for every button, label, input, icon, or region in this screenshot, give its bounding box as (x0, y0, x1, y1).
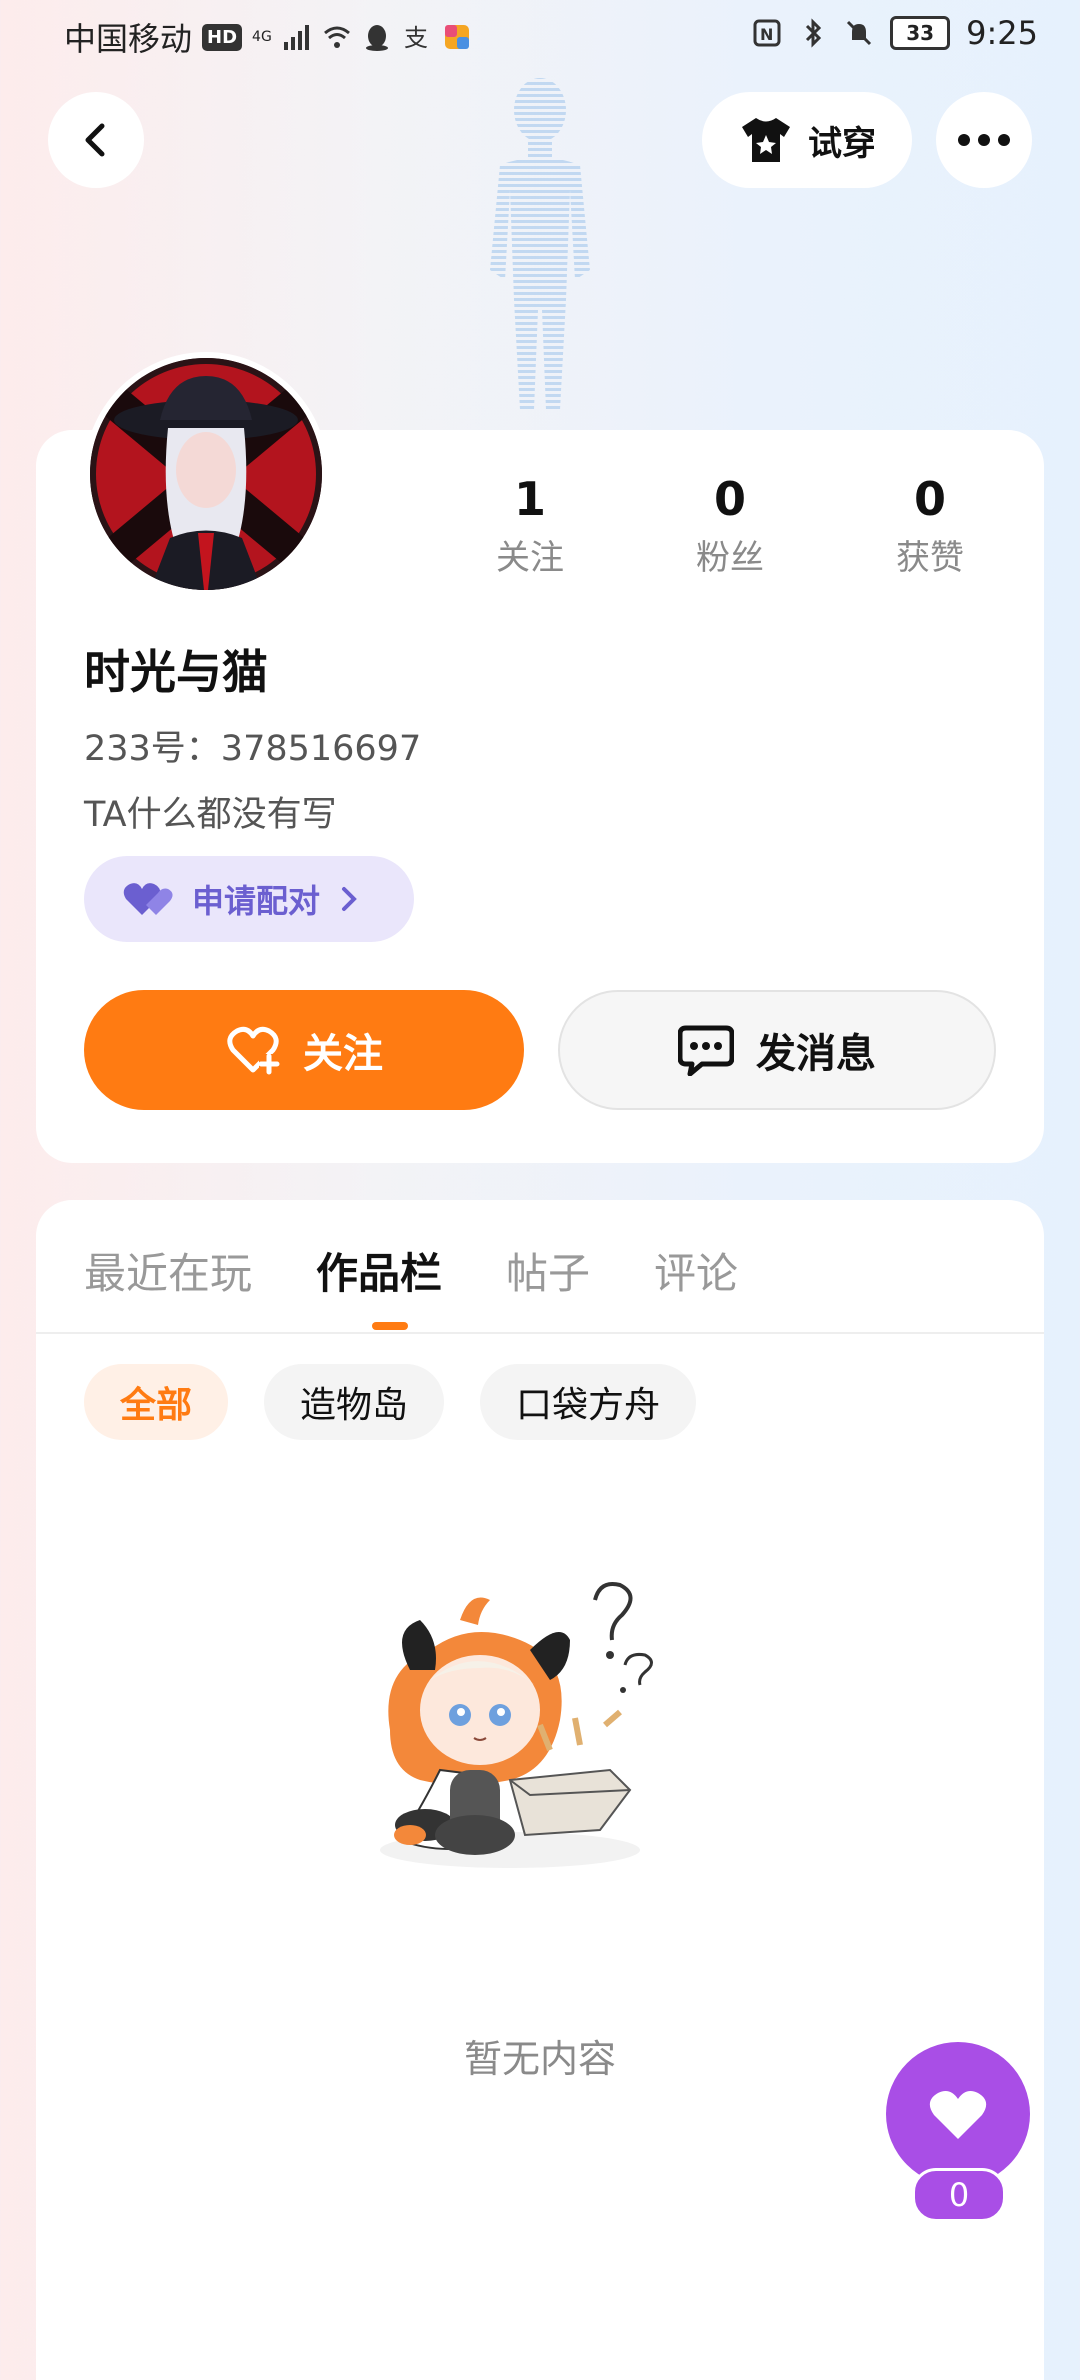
follow-label: 关注 (303, 1031, 383, 1077)
avatar[interactable] (84, 352, 328, 596)
bluetooth-icon (806, 18, 822, 48)
more-options-button[interactable] (936, 92, 1032, 188)
status-bar: 中国移动 HD 4G 支 N 33 9:25 (0, 0, 1080, 75)
network-type: 4G (252, 29, 272, 45)
chevron-right-icon (342, 887, 357, 911)
filter-creation-island[interactable]: 造物岛 (264, 1364, 445, 1440)
battery-indicator: 33 (890, 16, 951, 50)
avatar-image (90, 358, 322, 590)
qq-icon (365, 25, 388, 51)
chat-bubble-icon (678, 1025, 734, 1076)
svg-text:N: N (760, 25, 773, 44)
tab-works[interactable]: 作品栏 (316, 1240, 442, 1301)
wifi-icon (323, 26, 350, 48)
heart-icon (929, 2091, 987, 2139)
mute-bell-icon (847, 20, 872, 46)
back-button[interactable] (48, 92, 144, 188)
svg-text:支: 支 (404, 24, 428, 52)
try-on-button[interactable]: 试穿 (702, 92, 912, 188)
try-on-label: 试穿 (808, 123, 876, 164)
stat-followers[interactable]: 0 粉丝 (640, 472, 820, 579)
stat-value: 0 (913, 472, 946, 526)
stat-label: 关注 (496, 538, 564, 578)
request-pairing-button[interactable]: 申请配对 (84, 856, 414, 942)
stat-value: 0 (713, 472, 746, 526)
filter-pocket-ark[interactable]: 口袋方舟 (480, 1364, 697, 1440)
nfc-icon: N (753, 19, 781, 47)
alipay-icon: 支 (404, 24, 428, 52)
tshirt-icon (742, 118, 790, 162)
profile-tabs: 最近在玩 作品栏 帖子 评论 (84, 1240, 738, 1301)
app-notification-icon (444, 25, 469, 49)
user-id: 233号：378516697 (84, 729, 422, 769)
hd-badge: HD (202, 23, 243, 51)
stat-label: 粉丝 (696, 538, 764, 578)
stat-label: 获赞 (896, 538, 964, 578)
tab-recently-played[interactable]: 最近在玩 (84, 1240, 252, 1301)
chevron-left-icon (85, 123, 105, 157)
send-message-button[interactable]: 发消息 (558, 990, 996, 1110)
empty-state-illustration (380, 1582, 653, 1868)
filter-all[interactable]: 全部 (84, 1364, 229, 1440)
carrier-label: 中国移动 (64, 20, 193, 58)
stat-value: 1 (513, 472, 546, 526)
user-bio: TA什么都没有写 (84, 795, 337, 835)
profile-stats: 1 关注 0 粉丝 0 获赞 (440, 472, 1020, 579)
clock: 9:25 (966, 14, 1038, 52)
more-dots-icon (958, 134, 1010, 146)
like-button[interactable] (886, 2042, 1030, 2186)
avatar-hologram-image (490, 78, 590, 410)
active-tab-indicator (372, 1322, 408, 1330)
tabs-divider (36, 1332, 1044, 1334)
follow-button[interactable]: 关注 (84, 990, 524, 1110)
like-count-badge: 0 (912, 2168, 1006, 2222)
stat-likes[interactable]: 0 获赞 (840, 472, 1020, 579)
tab-posts[interactable]: 帖子 (506, 1240, 590, 1301)
filter-chips: 全部 造物岛 口袋方舟 (84, 1364, 697, 1440)
stat-following[interactable]: 1 关注 (440, 472, 620, 579)
pairing-label: 申请配对 (192, 882, 321, 920)
tab-comments[interactable]: 评论 (654, 1240, 738, 1301)
double-heart-icon (123, 883, 173, 915)
status-right: N 33 9:25 (752, 14, 1038, 52)
signal-icon (283, 25, 309, 50)
status-left: 中国移动 HD 4G 支 (64, 14, 472, 60)
username: 时光与猫 (84, 645, 268, 699)
heart-plus-icon (227, 1026, 280, 1075)
message-label: 发消息 (756, 1031, 876, 1077)
